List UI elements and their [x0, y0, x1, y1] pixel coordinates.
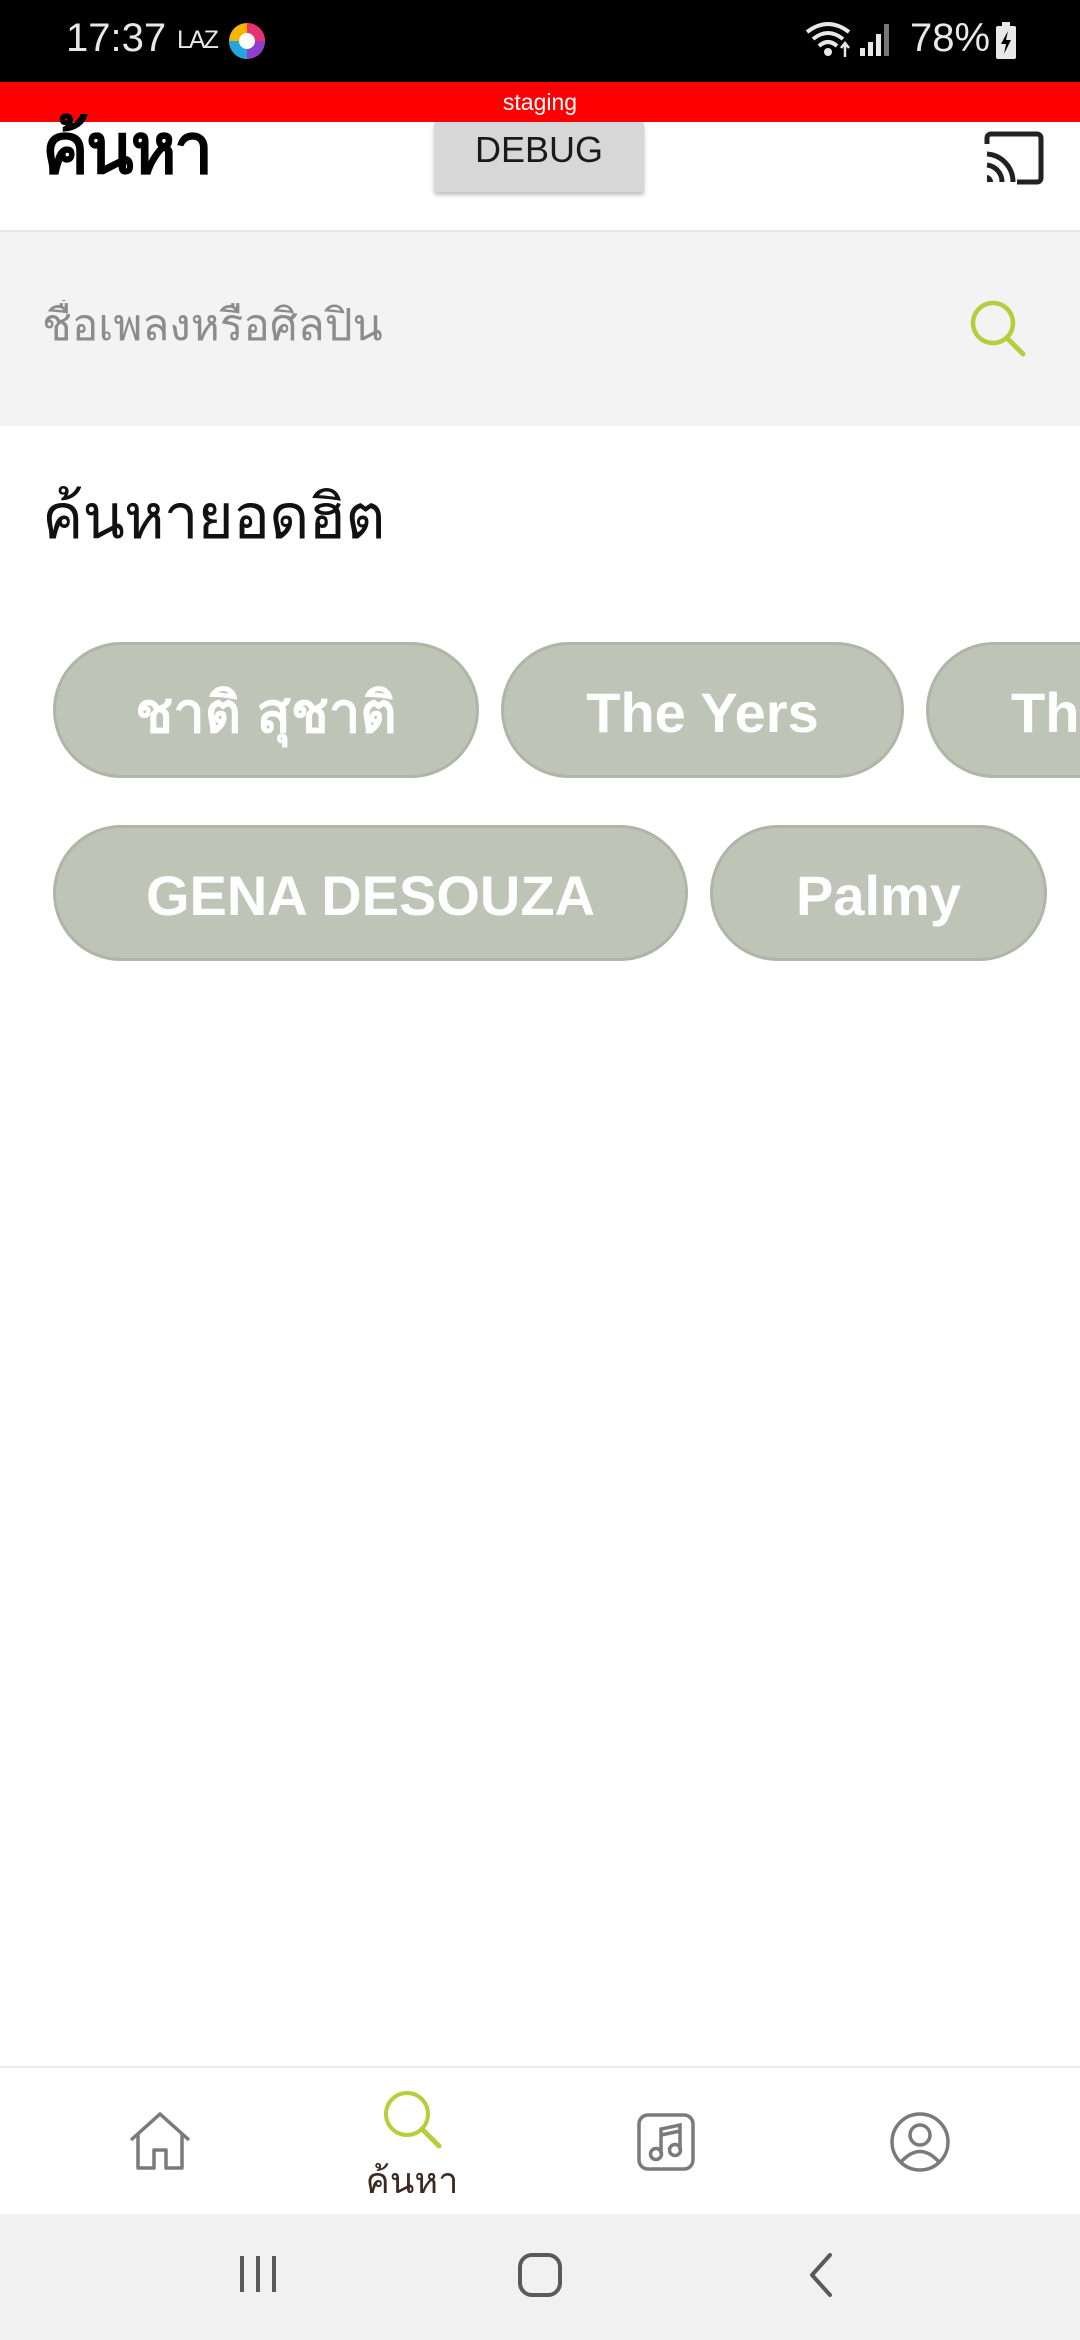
- trending-chip[interactable]: GENA DESOUZA: [53, 825, 688, 961]
- bottom-nav: ค้นหา: [0, 2066, 1080, 2216]
- app-header: ค้นหา DEBUG: [0, 114, 1080, 232]
- home-button-icon[interactable]: [517, 2252, 563, 2298]
- page-title: ค้นหา: [42, 108, 213, 190]
- notification-text: LAZ: [177, 26, 219, 54]
- nav-music[interactable]: [576, 2068, 756, 2216]
- nav-search[interactable]: ค้นหา: [322, 2068, 502, 2216]
- nav-search-label: ค้นหา: [365, 2161, 459, 2202]
- trending-chip[interactable]: The Yers: [501, 642, 904, 778]
- home-icon: [129, 2112, 191, 2170]
- search-icon[interactable]: [968, 298, 1028, 358]
- profile-icon: [890, 2112, 950, 2172]
- screen: 17:37 LAZ 78% staging ค้นหา DEBUG ชื่อเพ…: [0, 0, 1080, 2340]
- cast-icon[interactable]: [983, 130, 1045, 186]
- trending-chip[interactable]: ชาติ สุชาติ: [53, 642, 479, 778]
- system-nav: [0, 2214, 1080, 2340]
- status-time: 17:37: [66, 16, 167, 60]
- signal-icon: [860, 24, 889, 56]
- status-bar: 17:37 LAZ 78%: [0, 0, 1080, 82]
- music-icon: [637, 2113, 695, 2171]
- search-bar: [0, 232, 1080, 426]
- wifi-icon: [805, 22, 851, 57]
- trending-title: ค้นหายอดฮิต: [42, 480, 385, 553]
- search-icon: [384, 2091, 442, 2149]
- recent-apps-icon[interactable]: [238, 2252, 282, 2296]
- trending-chip[interactable]: Palmy: [710, 825, 1047, 961]
- nav-home[interactable]: [70, 2068, 250, 2216]
- app-icon: [229, 23, 265, 59]
- trending-chip[interactable]: Th: [926, 642, 1080, 778]
- debug-button[interactable]: DEBUG: [434, 122, 644, 192]
- battery-charging-icon: [996, 22, 1016, 59]
- battery-percent: 78%: [910, 16, 991, 60]
- nav-profile[interactable]: [830, 2068, 1010, 2216]
- back-icon[interactable]: [806, 2252, 836, 2298]
- search-input[interactable]: [42, 300, 922, 351]
